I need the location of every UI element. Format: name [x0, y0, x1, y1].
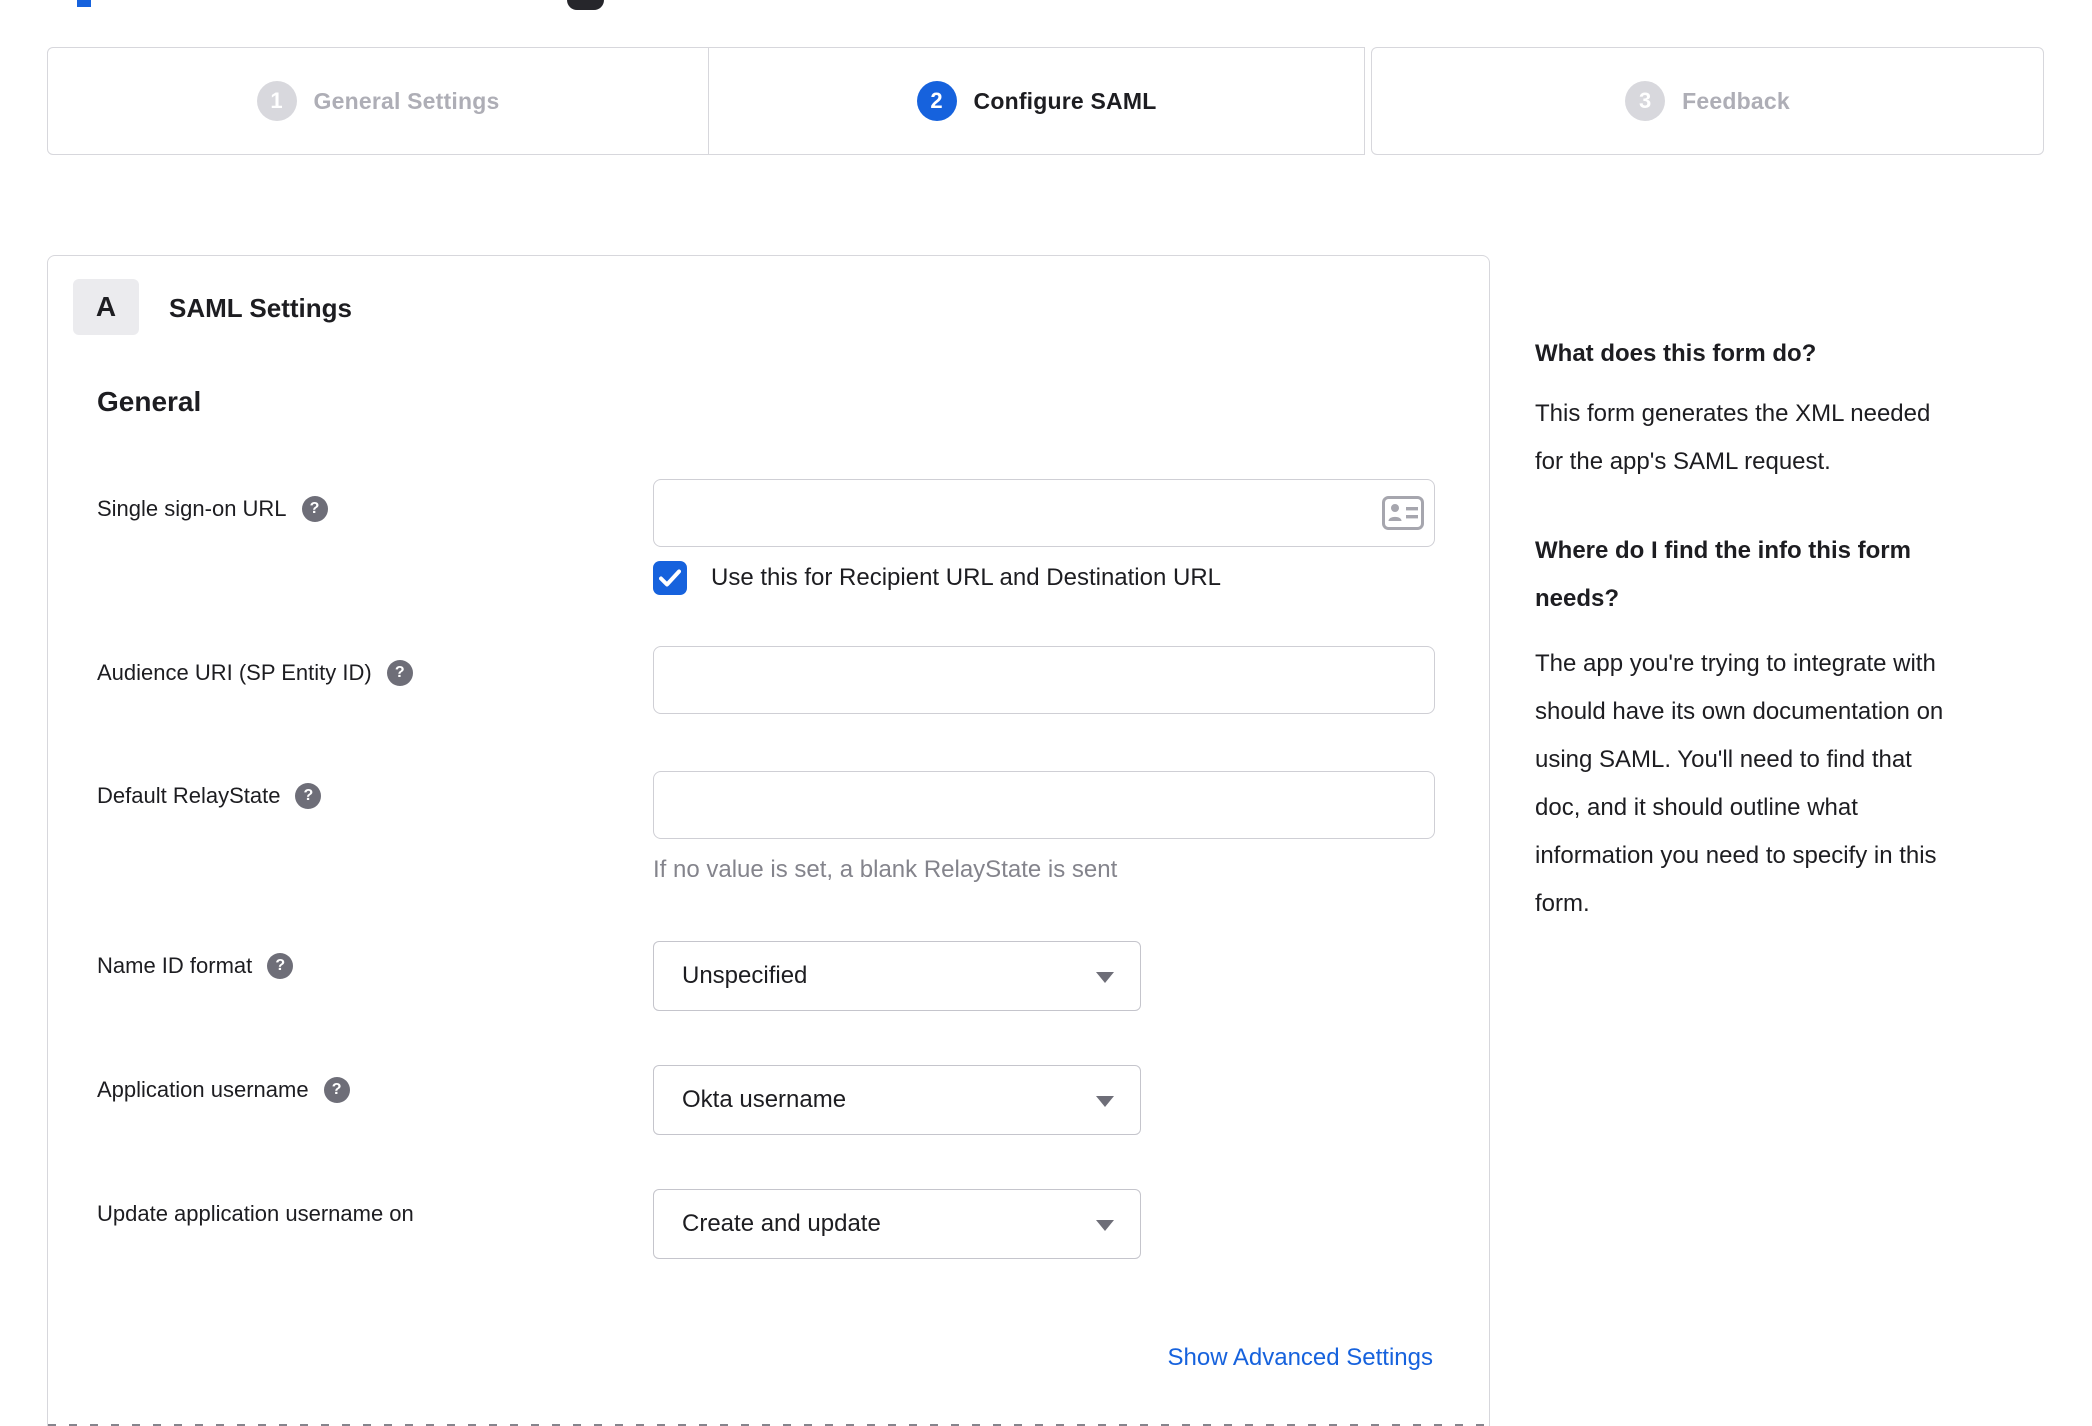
update-app-username-label: Update application username on	[97, 1201, 414, 1226]
default-relaystate-help-icon[interactable]: ?	[295, 783, 322, 809]
help-answer-1: This form generates the XML needed for t…	[1535, 400, 1931, 475]
default-relaystate-label: Default RelayState ?	[97, 783, 322, 809]
sso-url-help-icon[interactable]: ?	[301, 496, 328, 522]
help-answer-2: The app you're trying to integrate with …	[1535, 650, 1944, 917]
panel-title: SAML Settings	[169, 293, 352, 323]
section-a-badge: A	[73, 279, 139, 335]
use-for-recipient-destination-label: Use this for Recipient URL and Destinati…	[711, 564, 1222, 591]
application-username-label: Application username ?	[97, 1077, 350, 1103]
step-3-label: Feedback	[1682, 87, 1790, 114]
saml-settings-panel: A SAML Settings General Single sign-on U…	[47, 255, 1490, 1426]
help-question-1: What does this form do?	[1535, 340, 1817, 367]
step-1-number-badge: 1	[256, 81, 297, 121]
show-advanced-settings-link[interactable]: Show Advanced Settings	[1167, 1344, 1433, 1372]
step-2-label: Configure SAML	[973, 87, 1157, 114]
audience-uri-help-icon[interactable]: ?	[386, 660, 413, 686]
audience-uri-label: Audience URI (SP Entity ID) ?	[97, 660, 413, 686]
audience-uri-input[interactable]	[653, 646, 1435, 714]
help-question-2: Where do I find the info this form needs…	[1535, 537, 1911, 612]
step-1-label: General Settings	[313, 87, 500, 114]
help-sidebar: What does this form do? This form genera…	[1535, 330, 2050, 928]
step-2-number-badge: 2	[916, 81, 957, 121]
check-icon	[659, 569, 681, 587]
name-id-format-value: Unspecified	[682, 962, 808, 989]
name-id-format-select[interactable]: Unspecified	[653, 941, 1141, 1011]
chevron-down-icon	[1096, 972, 1114, 983]
configure-saml-page: 1 General Settings 2 Configure SAML 3 Fe…	[0, 0, 2092, 1426]
sso-url-label: Single sign-on URL ?	[97, 496, 328, 522]
step-configure-saml[interactable]: 2 Configure SAML	[709, 47, 1365, 155]
sso-url-input[interactable]	[653, 479, 1435, 547]
step-3-number-badge: 3	[1625, 81, 1666, 121]
chevron-down-icon	[1096, 1096, 1114, 1107]
application-username-select[interactable]: Okta username	[653, 1065, 1141, 1135]
application-username-help-icon[interactable]: ?	[323, 1077, 350, 1103]
relaystate-helper-text: If no value is set, a blank RelayState i…	[653, 856, 1118, 883]
contact-card-icon[interactable]	[1382, 496, 1424, 530]
name-id-format-help-icon[interactable]: ?	[267, 953, 294, 979]
step-general-settings[interactable]: 1 General Settings	[47, 47, 709, 155]
step-feedback[interactable]: 3 Feedback	[1371, 47, 2044, 155]
chevron-down-icon	[1096, 1220, 1114, 1231]
general-section-heading: General	[97, 386, 202, 417]
application-username-value: Okta username	[682, 1086, 847, 1113]
update-app-username-value: Create and update	[682, 1210, 881, 1237]
use-for-recipient-destination-checkbox[interactable]	[653, 561, 687, 595]
name-id-format-label: Name ID format ?	[97, 953, 294, 979]
update-app-username-select[interactable]: Create and update	[653, 1189, 1141, 1259]
wizard-stepper: 1 General Settings 2 Configure SAML 3 Fe…	[47, 47, 2044, 155]
cutoff-gear-icon-fragment	[567, 0, 604, 10]
cutoff-page-title-fragment	[77, 0, 91, 7]
default-relaystate-input[interactable]	[653, 771, 1435, 839]
